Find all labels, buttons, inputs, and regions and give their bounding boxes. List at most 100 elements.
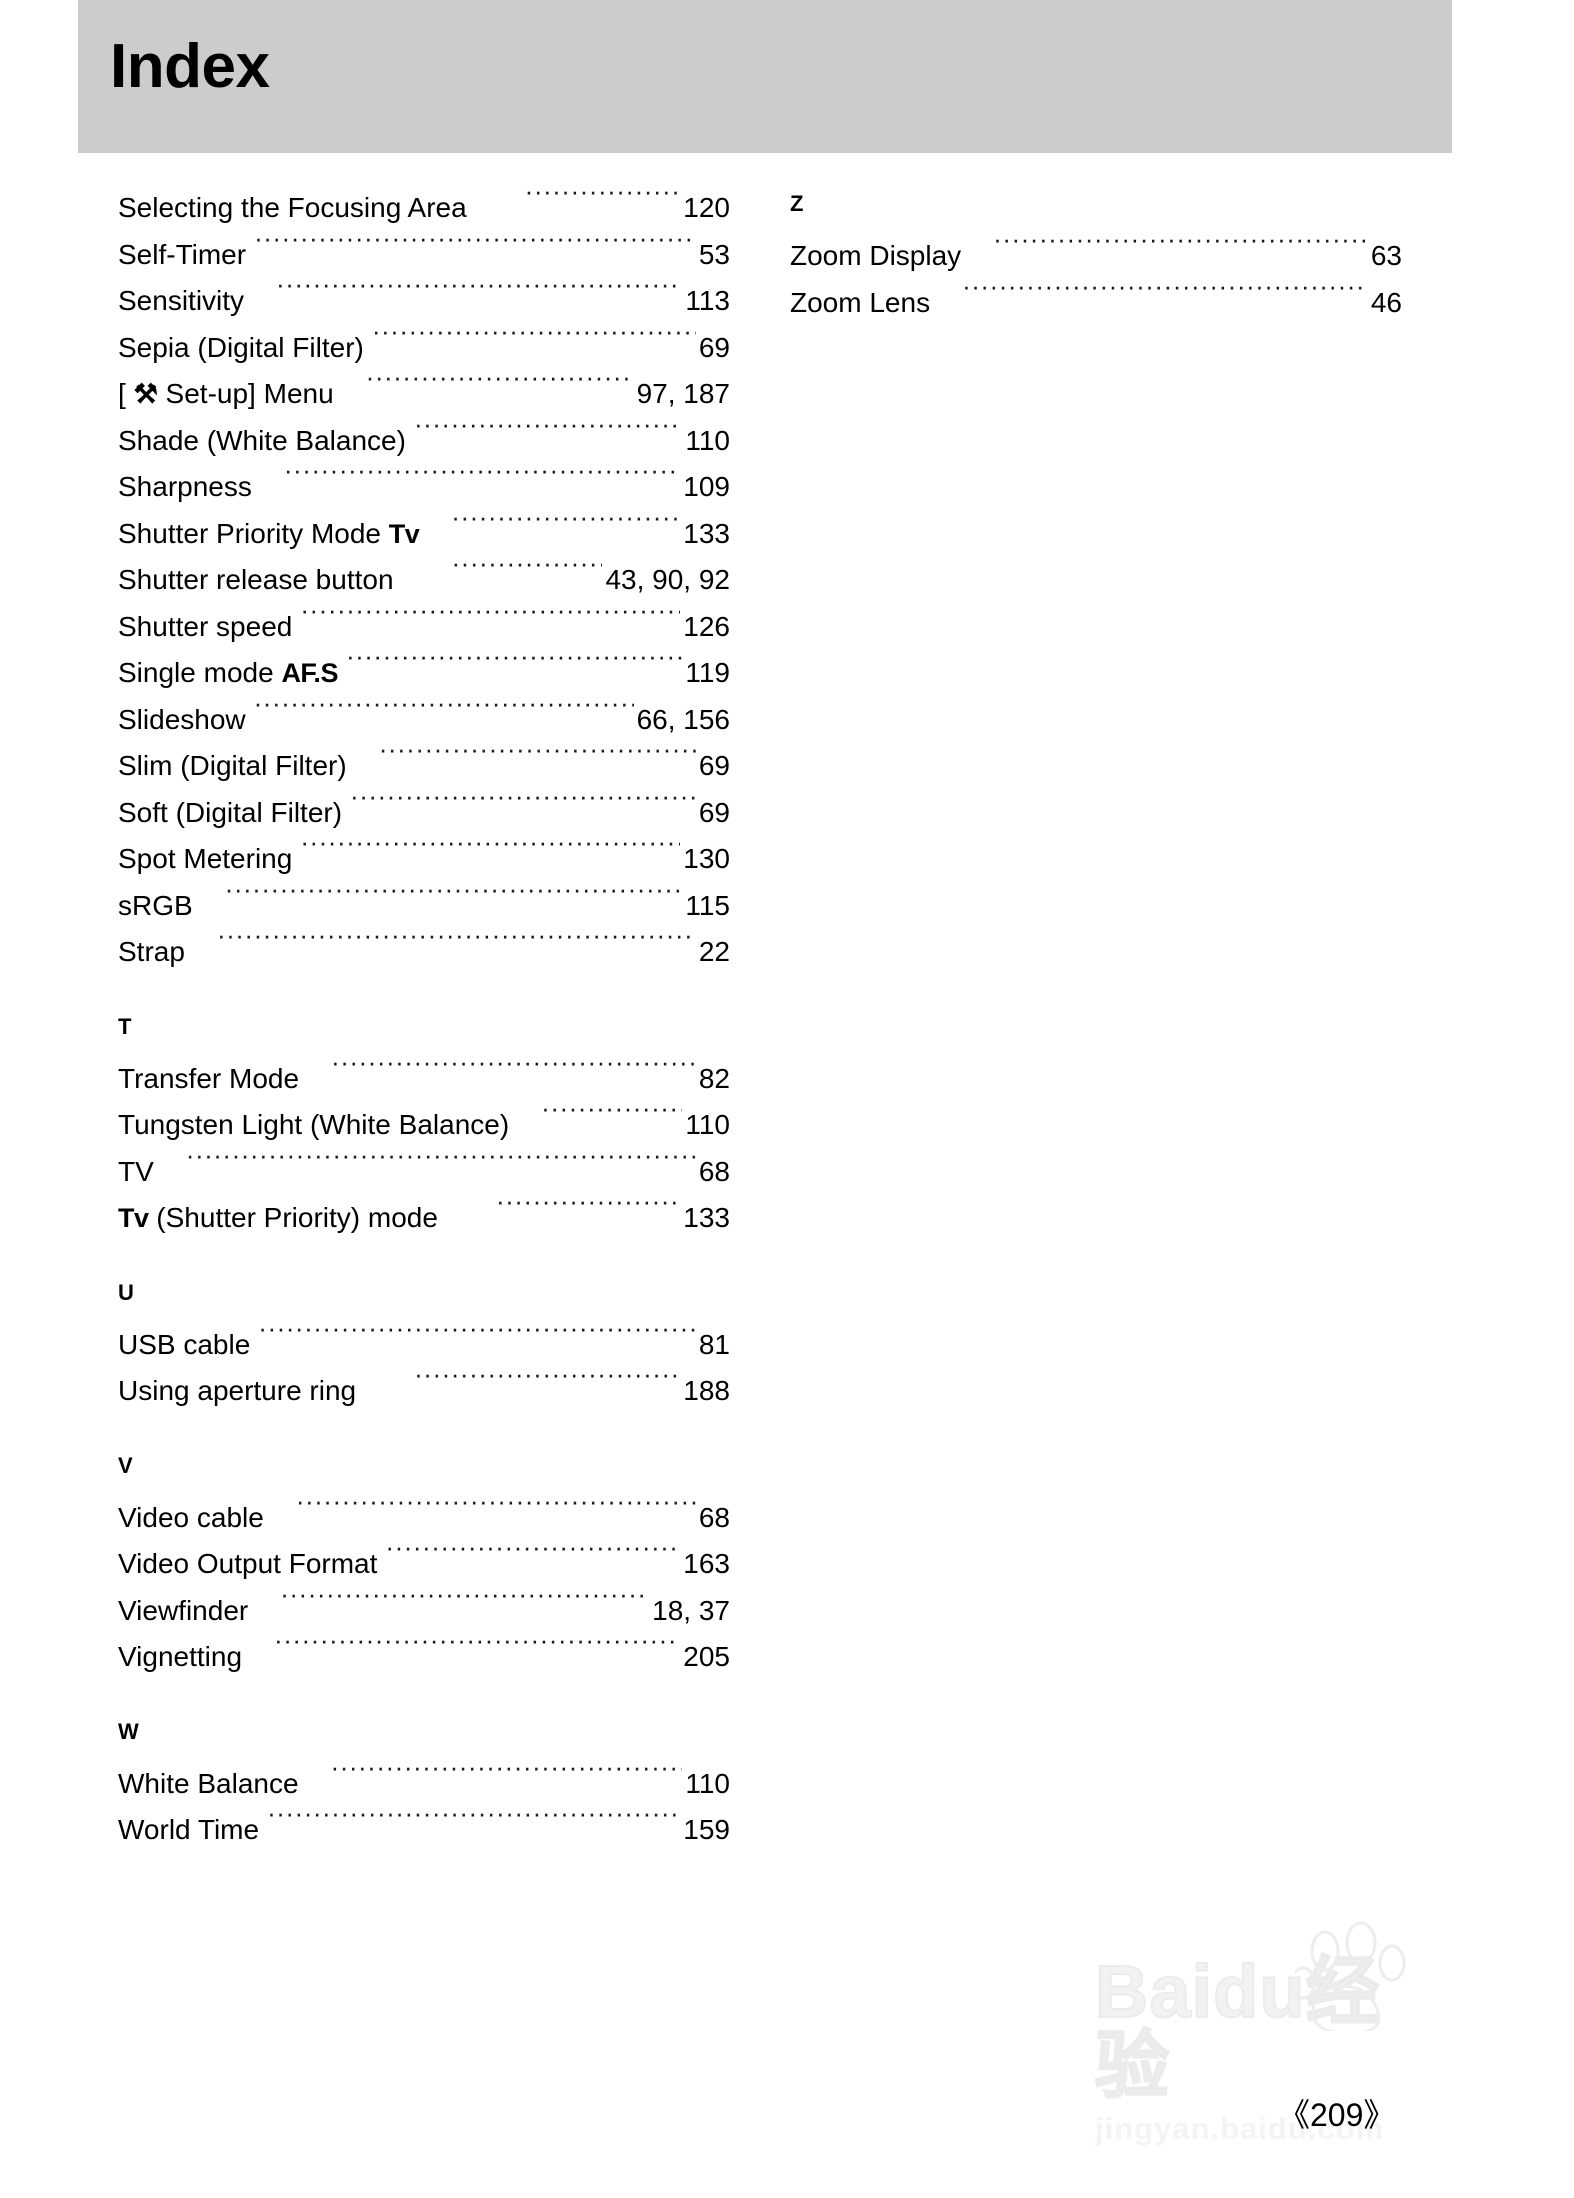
index-entry-page: 68 bbox=[698, 1155, 730, 1187]
index-entry[interactable]: TV 68 bbox=[118, 1149, 730, 1196]
index-entry-label: Sepia (Digital Filter) bbox=[118, 331, 364, 363]
index-entry[interactable]: Shutter speed 126 bbox=[118, 604, 730, 651]
dot-leader bbox=[254, 701, 634, 729]
dot-leader bbox=[186, 1153, 696, 1181]
index-entry-page: 159 bbox=[683, 1814, 730, 1845]
index-entry[interactable]: Tv (Shutter Priority) mode 133 bbox=[118, 1195, 730, 1242]
index-entry-page: 163 bbox=[683, 1548, 730, 1579]
index-entry[interactable]: Shutter release button 43, 90, 92 bbox=[118, 557, 730, 604]
index-entry[interactable]: Using aperture ring 188 bbox=[118, 1368, 730, 1415]
index-entry[interactable]: Sharpness 109 bbox=[118, 464, 730, 511]
dot-leader bbox=[346, 654, 682, 682]
index-entry[interactable]: sRGB 115 bbox=[118, 883, 730, 930]
index-entry-label: Strap bbox=[118, 936, 185, 967]
section-letter-t: T bbox=[118, 1013, 132, 1039]
dot-leader bbox=[267, 1811, 680, 1839]
index-page: Index Selecting the Focusing Area 120 Self… bbox=[0, 0, 1574, 2198]
watermark-brand-text: Baidu bbox=[1094, 1950, 1306, 2033]
dot-leader bbox=[379, 747, 696, 775]
mode-symbol-tv: Tv bbox=[118, 1203, 149, 1233]
dot-leader bbox=[254, 236, 696, 264]
index-entry-text: Shutter Priority Mode bbox=[118, 517, 389, 549]
index-entry[interactable]: Shutter Priority Mode Tv 133 bbox=[118, 511, 730, 558]
right-column: Z Zoom Display 63 Zoom Lens 46 bbox=[740, 153, 1480, 1854]
index-entry-label: Single mode AF.S bbox=[118, 650, 344, 697]
index-entry-page: 110 bbox=[685, 424, 730, 456]
index-entry-label: Sharpness bbox=[118, 471, 252, 502]
dot-leader bbox=[452, 561, 603, 589]
index-entry-label: TV bbox=[118, 1155, 154, 1187]
index-entry-text: (Shutter Priority) mode bbox=[148, 1202, 438, 1233]
dot-leader bbox=[331, 1060, 696, 1088]
section-letter-u: U bbox=[118, 1279, 135, 1305]
index-entry-label: Using aperture ring bbox=[118, 1375, 357, 1406]
index-entry[interactable]: Spot Metering 130 bbox=[118, 836, 730, 883]
index-entry-label: Video Output Format bbox=[118, 1548, 378, 1579]
wrench-hammer-icon: ⚒ bbox=[133, 379, 158, 409]
index-entry-label: Shutter release button bbox=[118, 564, 394, 595]
dot-leader bbox=[276, 282, 682, 310]
index-entry[interactable]: Tungsten Light (White Balance) 110 bbox=[118, 1102, 730, 1149]
index-entry[interactable]: Single mode AF.S 119 bbox=[118, 650, 730, 697]
left-column: Selecting the Focusing Area 120 Self-Timer… bbox=[0, 153, 740, 1854]
index-entry[interactable]: [ ⚒ Set-up] Menu 97, 187 bbox=[118, 371, 730, 418]
index-entry[interactable]: Transfer Mode 82 bbox=[118, 1056, 730, 1103]
index-entry[interactable]: Vignetting 205 bbox=[118, 1634, 730, 1681]
index-entry-page: 97, 187 bbox=[636, 378, 730, 409]
section-letter-w: W bbox=[118, 1718, 140, 1744]
index-entry-page: 69 bbox=[698, 750, 730, 781]
page-number: 《209》 bbox=[1278, 2097, 1396, 2133]
dot-leader bbox=[225, 887, 683, 915]
index-entry-label: Shade (White Balance) bbox=[118, 424, 406, 456]
index-entry-page: 115 bbox=[685, 889, 730, 921]
dot-leader bbox=[258, 1326, 696, 1354]
index-entry[interactable]: Soft (Digital Filter) 69 bbox=[118, 790, 730, 837]
entry-block: Zoom Display 63 Zoom Lens 46 bbox=[790, 233, 1402, 326]
index-entry-page: 18, 37 bbox=[652, 1594, 730, 1626]
bracket-open: [ bbox=[118, 378, 134, 409]
index-entry[interactable]: Sensitivity 113 bbox=[118, 278, 730, 325]
index-entry-label: sRGB bbox=[118, 889, 193, 921]
index-entry-label: Viewfinder bbox=[118, 1594, 249, 1626]
index-entry[interactable]: Slim (Digital Filter) 69 bbox=[118, 743, 730, 790]
index-entry[interactable]: Video Output Format 163 bbox=[118, 1541, 730, 1588]
index-entry[interactable]: World Time 159 bbox=[118, 1807, 730, 1854]
paw-icon bbox=[1295, 1921, 1406, 2031]
index-entry-text: Set-up] Menu bbox=[157, 378, 334, 409]
entry-block: Transfer Mode 82 Tungsten Light (White Bal… bbox=[118, 1056, 730, 1242]
index-entry-page: 81 bbox=[698, 1328, 730, 1360]
dot-leader bbox=[296, 1499, 696, 1527]
entry-block: USB cable 81 Using aperture ring 188 bbox=[118, 1322, 730, 1415]
index-entry[interactable]: Selecting the Focusing Area 120 bbox=[118, 185, 730, 232]
index-entry-label: Transfer Mode bbox=[118, 1062, 300, 1094]
index-entry[interactable]: Sepia (Digital Filter) 69 bbox=[118, 325, 730, 372]
index-entry-label: Soft (Digital Filter) bbox=[118, 796, 343, 828]
index-entry[interactable]: Zoom Lens 46 bbox=[790, 280, 1402, 327]
dot-leader bbox=[300, 608, 680, 636]
index-entry[interactable]: Self-Timer 53 bbox=[118, 232, 730, 279]
index-entry-label: Spot Metering bbox=[118, 843, 293, 874]
dot-leader bbox=[414, 422, 682, 450]
index-entry-label: Slideshow bbox=[118, 703, 246, 735]
index-entry-label: Vignetting bbox=[118, 1641, 243, 1672]
index-entry[interactable]: Slideshow 66, 156 bbox=[118, 697, 730, 744]
index-entry[interactable]: White Balance 110 bbox=[118, 1761, 730, 1808]
index-entry-page: 22 bbox=[698, 936, 730, 967]
index-entry-page: 120 bbox=[683, 192, 730, 223]
dot-leader bbox=[217, 933, 696, 961]
index-entry[interactable]: Zoom Display 63 bbox=[790, 233, 1402, 280]
index-entry[interactable]: USB cable 81 bbox=[118, 1322, 730, 1369]
entry-block: Selecting the Focusing Area 120 Self-Timer… bbox=[118, 185, 730, 976]
index-entry-label: Sensitivity bbox=[118, 285, 245, 316]
dot-leader bbox=[962, 284, 1368, 312]
index-entry-page: 109 bbox=[683, 471, 730, 502]
index-entry[interactable]: Video cable 68 bbox=[118, 1495, 730, 1542]
mode-symbol-afs: AF.S bbox=[281, 658, 338, 688]
index-entry-page: 133 bbox=[683, 517, 730, 549]
index-entry[interactable]: Strap 22 bbox=[118, 929, 730, 976]
index-entry[interactable]: Viewfinder 18, 37 bbox=[118, 1588, 730, 1635]
index-entry[interactable]: Shade (White Balance) 110 bbox=[118, 418, 730, 465]
dot-leader bbox=[451, 515, 680, 543]
index-entry-page: 113 bbox=[685, 285, 730, 316]
dot-leader bbox=[300, 840, 680, 868]
